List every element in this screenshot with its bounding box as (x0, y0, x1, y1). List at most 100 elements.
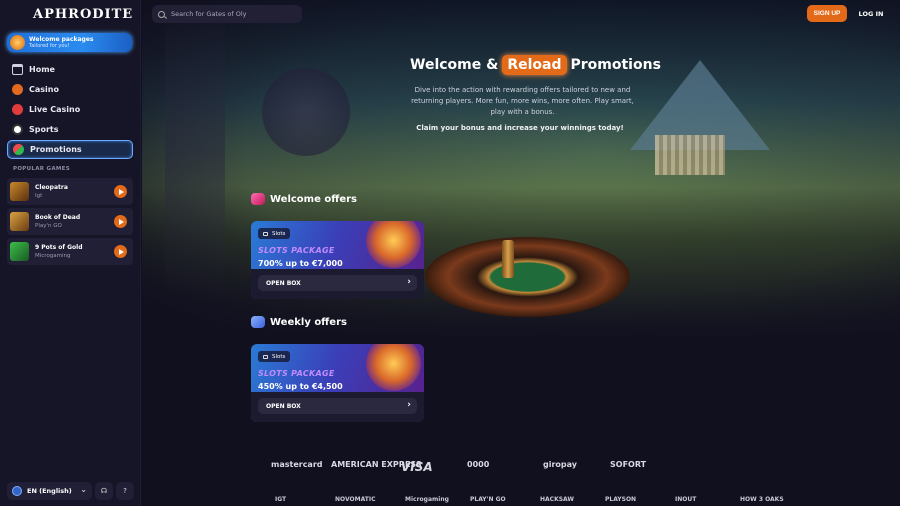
main-nav: Home Casino Live Casino Sports Promotion… (7, 60, 133, 160)
popular-games-list: Cleopatra Igt Book of Dead Play'n GO 9 P… (7, 178, 133, 268)
title-suffix: Promotions (570, 57, 661, 73)
language-selector[interactable]: EN (English) ⌄ (7, 482, 92, 500)
open-box-label: OPEN BOX (266, 279, 301, 287)
slots-icon (263, 354, 268, 359)
payment-logo-visa: VISA (401, 460, 433, 474)
play-icon[interactable] (114, 215, 127, 228)
headset-icon: ☊ (100, 487, 108, 495)
game-providers-row: IGT NOVOMATIC Microgaming PLAY'N GO HACK… (265, 496, 785, 506)
provider-logo-playngo: PLAY'N GO (470, 496, 506, 503)
game-item-book-of-dead[interactable]: Book of Dead Play'n GO (7, 208, 133, 235)
support-button[interactable]: ☊ (95, 482, 113, 500)
slots-icon (263, 231, 268, 236)
game-thumbnail (10, 212, 29, 231)
offer-amount: 450% up to €4,500 (258, 382, 343, 391)
popular-games-header: POPULAR GAMES (13, 166, 70, 172)
pink-gem-icon (251, 193, 265, 205)
payment-logo-circles: 0000 (467, 460, 490, 469)
nav-item-live-casino[interactable]: Live Casino (7, 100, 133, 119)
payment-logo-sofort: SOFORT (610, 460, 647, 469)
open-box-label: OPEN BOX (266, 402, 301, 410)
provider-logo-igt: IGT (275, 496, 287, 503)
roulette-wheel-decoration (425, 237, 630, 317)
globe-icon (12, 486, 22, 496)
category-chip: Slots (258, 228, 291, 239)
open-box-button[interactable]: OPEN BOX › (258, 275, 417, 291)
sidebar: APHRODITE Welcome packages Tailored for … (0, 0, 141, 506)
soccer-ball-icon (12, 124, 23, 135)
sidebar-footer: EN (English) ⌄ ☊ ? (7, 481, 134, 501)
search-placeholder: Search for Gates of Oly (171, 10, 247, 18)
nav-item-casino[interactable]: Casino (7, 80, 133, 99)
nav-item-label: Sports (29, 125, 59, 134)
package-name: SLOTS PACKAGE (258, 246, 335, 255)
blue-gem-icon (251, 316, 265, 328)
hero-description: Dive into the action with rewarding offe… (411, 86, 634, 116)
reload-badge: Reload (502, 55, 567, 75)
game-provider: Play'n GO (35, 222, 62, 229)
section-title-text: Welcome offers (270, 193, 358, 205)
roulette-spindle-decoration (502, 240, 514, 278)
chevron-right-icon: › (407, 400, 411, 410)
nav-item-home[interactable]: Home (7, 60, 133, 79)
section-title-text: Weekly offers (270, 316, 347, 328)
payment-methods-row: mastercard AMERICAN EXPRESS VISA 0000 gi… (265, 460, 647, 475)
home-icon (12, 64, 23, 75)
play-icon[interactable] (114, 245, 127, 258)
language-label: EN (English) (27, 487, 72, 495)
welcome-offers-heading: Welcome offers (251, 193, 357, 205)
game-provider: Igt (35, 192, 43, 199)
hero-claim: Claim your bonus and increase your winni… (416, 124, 624, 132)
brand-logo[interactable]: APHRODITE (33, 7, 133, 22)
welcome-packages-banner[interactable]: Welcome packages Tailored for you! (7, 33, 132, 52)
login-button[interactable]: LOG IN (854, 5, 888, 22)
game-item-cleopatra[interactable]: Cleopatra Igt (7, 178, 133, 205)
nav-item-label: Promotions (30, 145, 82, 154)
provider-logo-novomatic: NOVOMATIC (335, 496, 376, 503)
treasure-chest-icon (366, 344, 421, 391)
provider-logo-3-oaks: HOW 3 OAKS (740, 496, 784, 503)
welcome-offer-card: Slots SLOTS PACKAGE 700% up to €7,000 OP… (251, 221, 424, 299)
game-item-9-pots-of-gold[interactable]: 9 Pots of Gold Microgaming (7, 238, 133, 265)
welcome-banner-subtitle: Tailored for you! (29, 42, 70, 49)
chevron-right-icon: › (407, 277, 411, 287)
live-casino-icon (12, 104, 23, 115)
game-name: 9 Pots of Gold (35, 243, 83, 251)
casino-icon (12, 84, 23, 95)
nav-item-label: Live Casino (29, 105, 81, 114)
watermelon-icon (13, 144, 24, 155)
chip-label: Slots (272, 353, 286, 360)
play-icon[interactable] (114, 185, 127, 198)
hero-frame (165, 0, 225, 300)
nav-item-promotions[interactable]: Promotions (7, 140, 133, 159)
open-box-button[interactable]: OPEN BOX › (258, 398, 417, 414)
provider-logo-microgaming: Microgaming (405, 496, 449, 503)
provider-logo-inout: INOUT (675, 496, 697, 503)
nav-item-label: Casino (29, 85, 59, 94)
treasure-chest-icon (366, 221, 421, 268)
payment-logo-giropay: giropay (543, 460, 578, 469)
medallion-decoration (262, 68, 350, 156)
game-name: Cleopatra (35, 183, 68, 191)
game-provider: Microgaming (35, 252, 71, 259)
provider-logo-playson: PLAYSON (605, 496, 637, 503)
signup-button[interactable]: SIGN UP (807, 5, 847, 22)
payment-logo-mastercard: mastercard (271, 460, 323, 469)
category-chip: Slots (258, 351, 291, 362)
chip-label: Slots (272, 230, 286, 237)
offer-amount: 700% up to €7,000 (258, 259, 343, 268)
title-prefix: Welcome & (410, 57, 499, 73)
game-name: Book of Dead (35, 213, 81, 221)
weekly-offer-card: Slots SLOTS PACKAGE 450% up to €4,500 OP… (251, 344, 424, 422)
search-input[interactable]: Search for Gates of Oly (152, 5, 302, 23)
help-button[interactable]: ? (116, 482, 134, 500)
package-name: SLOTS PACKAGE (258, 369, 335, 378)
temple-decoration (655, 135, 725, 175)
search-icon (158, 10, 165, 18)
gift-icon (10, 35, 25, 50)
provider-logo-hacksaw: HACKSAW (540, 496, 575, 503)
weekly-offers-heading: Weekly offers (251, 316, 347, 328)
game-thumbnail (10, 242, 29, 261)
page-title: Welcome & Reload Promotions (410, 55, 661, 75)
nav-item-sports[interactable]: Sports (7, 120, 133, 139)
